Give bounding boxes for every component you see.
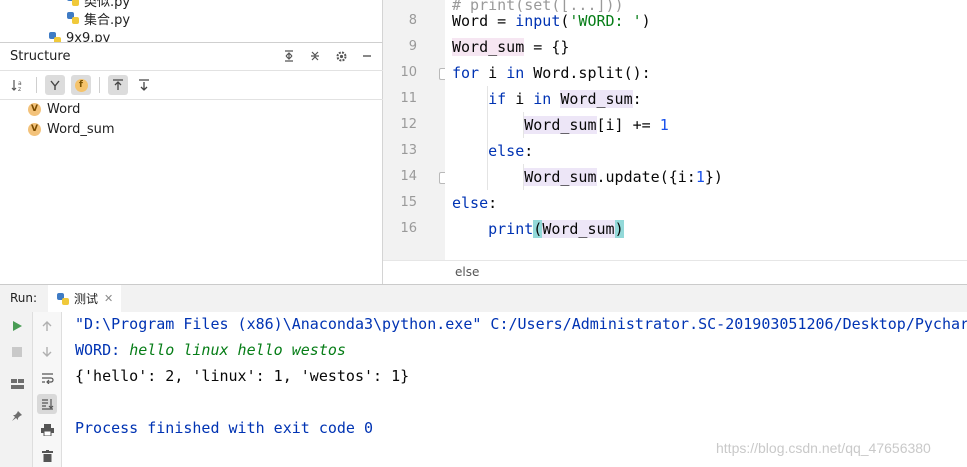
tree-item-file[interactable]: 集合.py: [66, 8, 130, 28]
run-toolbar-primary: [0, 312, 33, 467]
sort-alpha-icon[interactable]: az: [8, 75, 28, 95]
scroll-to-end-icon[interactable]: [37, 394, 57, 414]
line-number: 11: [400, 91, 417, 106]
run-toolbar-secondary: [33, 312, 62, 467]
run-tab-label: 测试: [74, 292, 99, 306]
autoscroll-to-source-icon[interactable]: [108, 75, 128, 95]
code-line: else:: [452, 194, 498, 212]
code-line: else:: [488, 142, 534, 160]
rerun-icon[interactable]: [7, 316, 27, 336]
print-icon[interactable]: [37, 420, 57, 440]
run-tab[interactable]: 测试 ✕: [48, 285, 122, 314]
line-number: 14: [400, 169, 417, 184]
python-file-icon: [66, 11, 80, 25]
code-line: print(Word_sum): [488, 220, 624, 238]
line-number: 8: [408, 13, 417, 28]
code-line: Word_sum[i] += 1: [524, 116, 669, 134]
editor-breadcrumb[interactable]: else: [383, 260, 967, 285]
console-input-line: WORD: hello linux hello westos: [75, 337, 346, 363]
editor-gutter: 8 9 10 11 12 13 14 15 16: [383, 0, 451, 260]
project-tree: 类似.py 集合.py 9x9.py: [0, 0, 383, 46]
watermark: https://blog.csdn.net/qq_47656380: [716, 440, 931, 456]
close-icon[interactable]: ✕: [104, 292, 113, 305]
console-user-input: hello linux hello westos: [129, 341, 346, 359]
structure-item-word[interactable]: V Word: [28, 99, 80, 119]
run-label: Run:: [10, 291, 38, 305]
soft-wrap-icon[interactable]: [37, 368, 57, 388]
svg-text:z: z: [18, 86, 21, 92]
line-number: 15: [400, 195, 417, 210]
line-number: 12: [400, 117, 417, 132]
code-line: Word = input('WORD: '): [452, 12, 651, 30]
gear-icon[interactable]: [332, 47, 350, 65]
line-number: 9: [408, 39, 417, 54]
toolbar-divider: [99, 77, 100, 93]
pin-icon[interactable]: [7, 406, 27, 426]
python-file-icon: [66, 0, 80, 7]
line-number: 10: [400, 65, 417, 80]
tree-item-label: 集合.py: [84, 12, 131, 28]
structure-title: Structure: [10, 48, 71, 64]
variable-icon: V: [28, 122, 41, 136]
code-line: if i in Word_sum:: [488, 90, 642, 108]
structure-item-word-sum[interactable]: V Word_sum: [28, 119, 115, 139]
console-exit-line: Process finished with exit code 0: [75, 419, 374, 437]
code-line: for i in Word.split():: [452, 64, 651, 82]
structure-panel: Structure az f V Word V Word_sum: [0, 42, 390, 285]
python-run-icon: [56, 292, 70, 306]
trash-icon[interactable]: [37, 446, 57, 466]
layout-icon[interactable]: [7, 374, 27, 394]
code-line: Word_sum = {}: [452, 38, 570, 56]
structure-header: Structure: [0, 43, 382, 69]
variable-icon: V: [28, 102, 41, 116]
structure-toolbar: az f: [0, 70, 390, 100]
toolbar-divider: [36, 77, 37, 93]
collapse-all-icon[interactable]: [306, 47, 324, 65]
structure-item-label: Word_sum: [47, 121, 115, 137]
structure-item-label: Word: [47, 101, 81, 117]
console-output-line: {'hello': 2, 'linux': 1, 'westos': 1}: [75, 367, 410, 385]
minimize-icon[interactable]: [358, 47, 376, 65]
stop-icon[interactable]: [7, 342, 27, 362]
run-tool-header: Run: 测试 ✕: [0, 284, 967, 314]
breadcrumb-item[interactable]: else: [455, 265, 479, 279]
expand-all-icon[interactable]: [280, 47, 298, 65]
console-command-line: "D:\Program Files (x86)\Anaconda3\python…: [75, 315, 967, 333]
line-number: 16: [400, 221, 417, 236]
autoscroll-from-source-icon[interactable]: [134, 75, 154, 95]
code-editor[interactable]: # print(set([...])) Word = input('WORD: …: [445, 0, 967, 260]
line-number: 13: [400, 143, 417, 158]
arrow-up-icon[interactable]: [37, 316, 57, 336]
show-inherited-icon[interactable]: [45, 75, 65, 95]
show-fields-icon[interactable]: f: [71, 75, 91, 95]
arrow-down-icon[interactable]: [37, 342, 57, 362]
console-prompt: WORD:: [75, 341, 130, 359]
code-line: Word_sum.update({i:1}): [524, 168, 723, 186]
